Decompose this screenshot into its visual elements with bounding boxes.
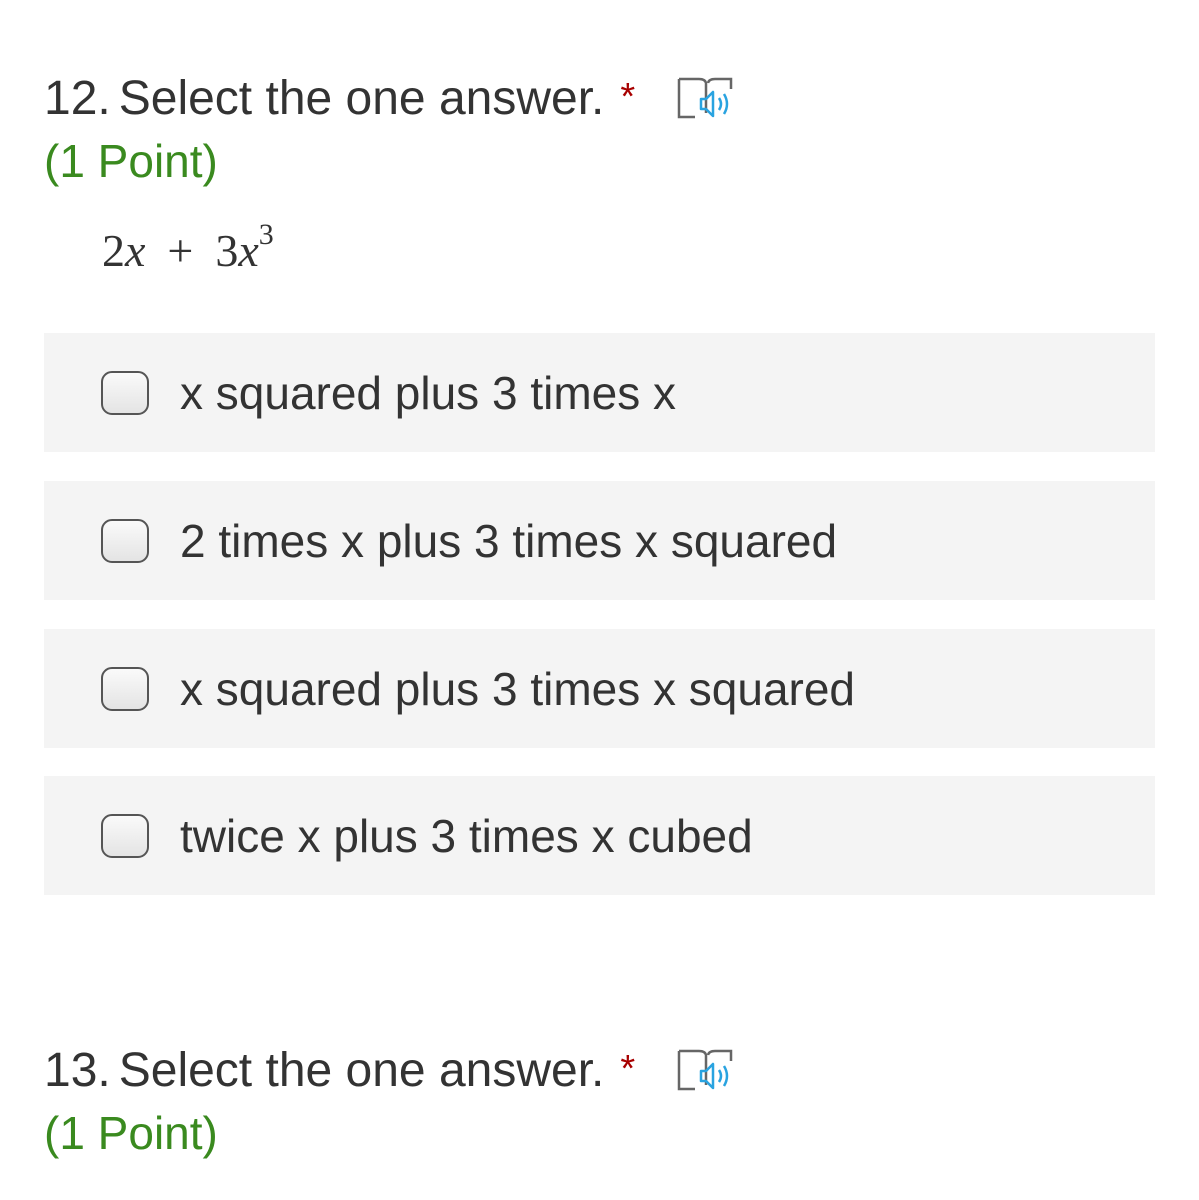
math-expression: 2x +3x3 — [102, 218, 274, 277]
question-points: (1 Point) — [44, 135, 218, 187]
option-label: twice x plus 3 times x cubed — [180, 809, 753, 862]
answer-option[interactable]: x squared plus 3 times x — [44, 333, 1155, 452]
required-marker: * — [620, 76, 636, 118]
option-checkbox[interactable] — [101, 666, 149, 711]
question-number: 13. — [44, 1044, 111, 1097]
immersive-reader-icon[interactable] — [675, 1045, 739, 1097]
option-checkbox[interactable] — [101, 370, 149, 415]
question-text: Select the one answer. — [118, 1044, 605, 1097]
answer-option[interactable]: twice x plus 3 times x cubed — [44, 776, 1155, 895]
option-label: x squared plus 3 times x — [180, 366, 677, 419]
option-label: x squared plus 3 times x squared — [180, 662, 856, 715]
option-checkbox[interactable] — [101, 518, 149, 563]
question-title-row: 12. Select the one answer. * — [44, 68, 1155, 130]
question-13: 13. Select the one answer. * (1 Point) — [44, 1040, 1155, 1162]
question-number: 12. — [44, 72, 111, 125]
option-label: 2 times x plus 3 times x squared — [180, 514, 838, 567]
plus-operator: + — [167, 225, 194, 276]
term1-coefficient: 2 — [102, 225, 125, 276]
answer-option[interactable]: 2 times x plus 3 times x squared — [44, 481, 1155, 600]
question-title-row: 13. Select the one answer. * — [44, 1040, 1155, 1102]
question-text: Select the one answer. — [118, 72, 605, 125]
question-points: (1 Point) — [44, 1107, 218, 1159]
term2-exponent: 3 — [258, 218, 274, 251]
answer-option[interactable]: x squared plus 3 times x squared — [44, 629, 1155, 748]
required-marker: * — [620, 1048, 636, 1090]
question-12: 12. Select the one answer. * (1 Point) — [44, 68, 1155, 190]
immersive-reader-icon[interactable] — [675, 73, 739, 125]
term1-variable: x — [125, 225, 146, 276]
term2-variable: x — [238, 225, 259, 276]
option-checkbox[interactable] — [101, 813, 149, 858]
term2-coefficient: 3 — [215, 225, 239, 276]
